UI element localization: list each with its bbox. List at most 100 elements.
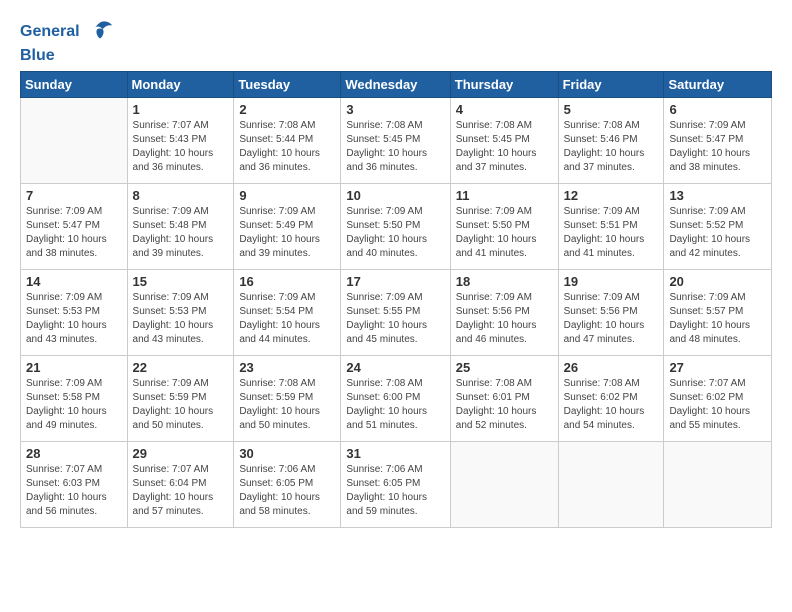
day-number: 4 [456, 102, 553, 117]
cal-cell [21, 98, 128, 184]
day-number: 23 [239, 360, 335, 375]
cal-cell [558, 442, 664, 528]
day-number: 22 [133, 360, 229, 375]
cal-cell: 23 Sunrise: 7:08 AMSunset: 5:59 PMDayligh… [234, 356, 341, 442]
week-row-2: 14 Sunrise: 7:09 AMSunset: 5:53 PMDayligh… [21, 270, 772, 356]
cell-info: Sunrise: 7:08 AMSunset: 6:02 PMDaylight:… [564, 377, 659, 433]
cell-info: Sunrise: 7:09 AMSunset: 5:49 PMDaylight:… [239, 205, 335, 261]
cell-info: Sunrise: 7:09 AMSunset: 5:55 PMDaylight:… [346, 291, 444, 347]
cal-cell: 17 Sunrise: 7:09 AMSunset: 5:55 PMDayligh… [341, 270, 450, 356]
cal-cell: 10 Sunrise: 7:09 AMSunset: 5:50 PMDayligh… [341, 184, 450, 270]
day-number: 21 [26, 360, 122, 375]
cal-cell: 5Sunrise: 7:08 AMSunset: 5:46 PMDaylight… [558, 98, 664, 184]
day-number: 9 [239, 188, 335, 203]
cell-info: Sunrise: 7:09 AMSunset: 5:50 PMDaylight:… [346, 205, 444, 261]
cal-cell: 3Sunrise: 7:08 AMSunset: 5:45 PMDaylight… [341, 98, 450, 184]
page: General Blue SundayMondayTuesdayWednesda… [0, 0, 792, 538]
cal-cell: 20Sunrise: 7:09 AMSunset: 5:57 PMDayligh… [664, 270, 772, 356]
day-number: 29 [133, 446, 229, 461]
cal-cell: 2 Sunrise: 7:08 AMSunset: 5:44 PMDaylight… [234, 98, 341, 184]
cal-cell: 25 Sunrise: 7:08 AMSunset: 6:01 PMDayligh… [450, 356, 558, 442]
cell-info: Sunrise: 7:09 AMSunset: 5:50 PMDaylight:… [456, 205, 553, 261]
cell-info: Sunrise: 7:09 AMSunset: 5:54 PMDaylight:… [239, 291, 335, 347]
cal-cell: 6Sunrise: 7:09 AMSunset: 5:47 PMDaylight… [664, 98, 772, 184]
cell-info: Sunrise: 7:09 AMSunset: 5:59 PMDaylight:… [133, 377, 229, 433]
calendar-table: SundayMondayTuesdayWednesdayThursdayFrid… [20, 71, 772, 528]
cell-info: Sunrise: 7:09 AMSunset: 5:48 PMDaylight:… [133, 205, 229, 261]
cell-info: Sunrise: 7:09 AMSunset: 5:57 PMDaylight:… [669, 291, 766, 347]
cell-info: Sunrise: 7:09 AMSunset: 5:53 PMDaylight:… [133, 291, 229, 347]
cell-info: Sunrise: 7:08 AMSunset: 5:46 PMDaylight:… [564, 119, 659, 175]
cell-info: Sunrise: 7:09 AMSunset: 5:47 PMDaylight:… [26, 205, 122, 261]
day-header-row: SundayMondayTuesdayWednesdayThursdayFrid… [21, 72, 772, 98]
cell-info: Sunrise: 7:08 AMSunset: 5:44 PMDaylight:… [239, 119, 335, 175]
day-header-sunday: Sunday [21, 72, 128, 98]
cal-cell: 31 Sunrise: 7:06 AMSunset: 6:05 PMDayligh… [341, 442, 450, 528]
cell-info: Sunrise: 7:08 AMSunset: 5:59 PMDaylight:… [239, 377, 335, 433]
cell-info: Sunrise: 7:09 AMSunset: 5:53 PMDaylight:… [26, 291, 122, 347]
cell-info: Sunrise: 7:08 AMSunset: 5:45 PMDaylight:… [456, 119, 553, 175]
day-header-saturday: Saturday [664, 72, 772, 98]
cal-cell: 27 Sunrise: 7:07 AMSunset: 6:02 PMDayligh… [664, 356, 772, 442]
day-number: 27 [669, 360, 766, 375]
cal-cell: 16 Sunrise: 7:09 AMSunset: 5:54 PMDayligh… [234, 270, 341, 356]
day-number: 31 [346, 446, 444, 461]
cell-info: Sunrise: 7:09 AMSunset: 5:56 PMDaylight:… [564, 291, 659, 347]
logo-bird-icon [86, 18, 114, 46]
cal-cell: 13Sunrise: 7:09 AMSunset: 5:52 PMDayligh… [664, 184, 772, 270]
day-number: 30 [239, 446, 335, 461]
day-number: 2 [239, 102, 335, 117]
day-number: 18 [456, 274, 553, 289]
cell-info: Sunrise: 7:06 AMSunset: 6:05 PMDaylight:… [346, 463, 444, 519]
day-number: 7 [26, 188, 122, 203]
cell-info: Sunrise: 7:08 AMSunset: 6:00 PMDaylight:… [346, 377, 444, 433]
day-header-thursday: Thursday [450, 72, 558, 98]
day-header-friday: Friday [558, 72, 664, 98]
week-row-4: 28 Sunrise: 7:07 AMSunset: 6:03 PMDayligh… [21, 442, 772, 528]
cell-info: Sunrise: 7:08 AMSunset: 6:01 PMDaylight:… [456, 377, 553, 433]
cell-info: Sunrise: 7:09 AMSunset: 5:56 PMDaylight:… [456, 291, 553, 347]
cal-cell: 15 Sunrise: 7:09 AMSunset: 5:53 PMDayligh… [127, 270, 234, 356]
cell-info: Sunrise: 7:07 AMSunset: 5:43 PMDaylight:… [133, 119, 229, 175]
cal-cell: 7 Sunrise: 7:09 AMSunset: 5:47 PMDaylight… [21, 184, 128, 270]
cell-info: Sunrise: 7:07 AMSunset: 6:03 PMDaylight:… [26, 463, 122, 519]
day-header-monday: Monday [127, 72, 234, 98]
cal-cell: 22 Sunrise: 7:09 AMSunset: 5:59 PMDayligh… [127, 356, 234, 442]
day-number: 6 [669, 102, 766, 117]
day-number: 11 [456, 188, 553, 203]
day-number: 28 [26, 446, 122, 461]
cal-cell: 28 Sunrise: 7:07 AMSunset: 6:03 PMDayligh… [21, 442, 128, 528]
cal-cell [664, 442, 772, 528]
cell-info: Sunrise: 7:08 AMSunset: 5:45 PMDaylight:… [346, 119, 444, 175]
day-number: 8 [133, 188, 229, 203]
day-number: 15 [133, 274, 229, 289]
cal-cell: 21 Sunrise: 7:09 AMSunset: 5:58 PMDayligh… [21, 356, 128, 442]
cal-cell: 18 Sunrise: 7:09 AMSunset: 5:56 PMDayligh… [450, 270, 558, 356]
cal-cell: 4 Sunrise: 7:08 AMSunset: 5:45 PMDaylight… [450, 98, 558, 184]
day-number: 12 [564, 188, 659, 203]
day-number: 13 [669, 188, 766, 203]
day-number: 25 [456, 360, 553, 375]
cal-cell: 11 Sunrise: 7:09 AMSunset: 5:50 PMDayligh… [450, 184, 558, 270]
cal-cell: 30Sunrise: 7:06 AMSunset: 6:05 PMDayligh… [234, 442, 341, 528]
day-header-wednesday: Wednesday [341, 72, 450, 98]
day-number: 24 [346, 360, 444, 375]
cal-cell: 14 Sunrise: 7:09 AMSunset: 5:53 PMDayligh… [21, 270, 128, 356]
cal-cell: 9 Sunrise: 7:09 AMSunset: 5:49 PMDaylight… [234, 184, 341, 270]
cal-cell: 12Sunrise: 7:09 AMSunset: 5:51 PMDayligh… [558, 184, 664, 270]
cell-info: Sunrise: 7:07 AMSunset: 6:02 PMDaylight:… [669, 377, 766, 433]
cell-info: Sunrise: 7:09 AMSunset: 5:58 PMDaylight:… [26, 377, 122, 433]
day-number: 14 [26, 274, 122, 289]
cal-cell [450, 442, 558, 528]
day-number: 10 [346, 188, 444, 203]
logo-general: General [20, 23, 80, 40]
logo: General Blue [20, 18, 114, 65]
day-number: 16 [239, 274, 335, 289]
cell-info: Sunrise: 7:07 AMSunset: 6:04 PMDaylight:… [133, 463, 229, 519]
day-number: 26 [564, 360, 659, 375]
cal-cell: 26 Sunrise: 7:08 AMSunset: 6:02 PMDayligh… [558, 356, 664, 442]
cal-cell: 19 Sunrise: 7:09 AMSunset: 5:56 PMDayligh… [558, 270, 664, 356]
day-number: 19 [564, 274, 659, 289]
cal-cell: 24 Sunrise: 7:08 AMSunset: 6:00 PMDayligh… [341, 356, 450, 442]
day-number: 17 [346, 274, 444, 289]
